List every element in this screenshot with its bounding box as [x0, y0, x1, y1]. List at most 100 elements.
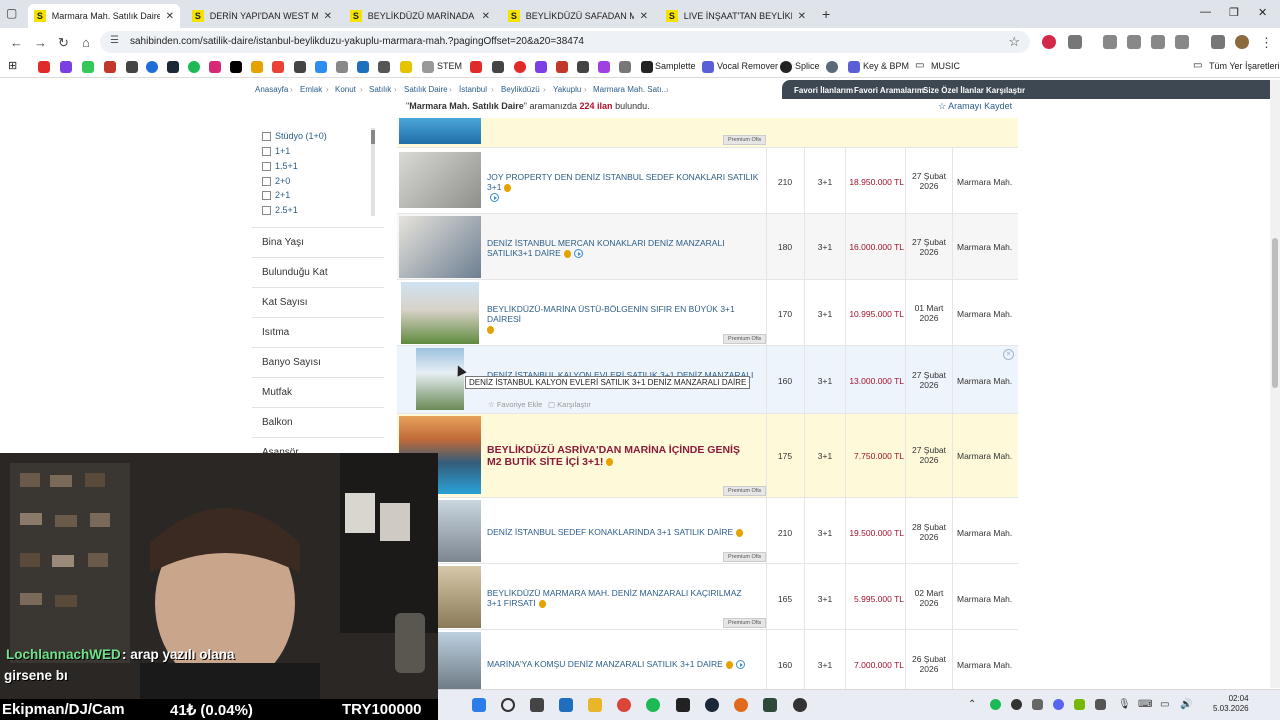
- listing-photo[interactable]: [438, 632, 481, 689]
- new-tab-icon[interactable]: +: [822, 6, 830, 22]
- bookmark-icon[interactable]: [104, 61, 116, 73]
- facet-heating[interactable]: Isıtma: [252, 317, 384, 346]
- tab-1[interactable]: S Marmara Mah. Satılık Daire İlanları ✕: [28, 4, 180, 28]
- listing-photo[interactable]: [438, 566, 481, 628]
- language-icon[interactable]: ⌨: [1138, 699, 1152, 710]
- listing-row[interactable]: MARİNA'YA KOMŞU DENİZ MANZARALI SATILIK …: [397, 630, 1018, 689]
- url-field[interactable]: ☰ sahibinden.com/satilik-daire/istanbul-…: [100, 31, 1030, 53]
- facet-bathrooms[interactable]: Banyo Sayısı: [252, 347, 384, 376]
- listing-title[interactable]: BEYLİKDÜZÜ MARMARA MAH. DENİZ MANZARALI …: [487, 588, 757, 608]
- tray-chevron-icon[interactable]: ⌃: [968, 699, 976, 710]
- bookmark-icon[interactable]: [400, 61, 412, 73]
- forward-icon[interactable]: →: [34, 35, 47, 50]
- bookmark-splice[interactable]: Splice: [795, 61, 820, 71]
- delete-icon[interactable]: [1151, 35, 1165, 49]
- bookmark-folder-music[interactable]: MUSIC: [931, 61, 960, 71]
- listing-row[interactable]: BEYLİKDÜZÜ ASRİVA'DAN MARİNA İÇİNDE GENİ…: [397, 414, 1018, 498]
- epic-games-icon[interactable]: [676, 698, 690, 712]
- profile-avatar[interactable]: [1235, 35, 1249, 49]
- back-icon[interactable]: ←: [10, 35, 23, 50]
- breadcrumb-item[interactable]: Emlak: [300, 85, 322, 94]
- bookmark-icon[interactable]: [336, 61, 348, 73]
- facet-building-age[interactable]: Bina Yaşı: [252, 227, 384, 256]
- bookmark-icon[interactable]: [126, 61, 138, 73]
- facet-elevator[interactable]: Asansör: [252, 437, 384, 458]
- reload-icon[interactable]: ↻: [58, 35, 69, 51]
- bookmark-icon[interactable]: [492, 61, 504, 73]
- bookmark-icon[interactable]: [619, 61, 631, 73]
- link-favorite-searches[interactable]: Favori Aramalarım: [854, 86, 924, 95]
- tab-5[interactable]: S LIVE İNŞAAT'TAN BEYLİKDÜZÜ ✕: [660, 4, 812, 28]
- room-option[interactable]: 2+1: [262, 190, 290, 200]
- close-tab-icon[interactable]: ✕: [324, 11, 332, 22]
- microphone-icon[interactable]: 🎙: [1118, 699, 1131, 710]
- tab-3[interactable]: S BEYLİKDÜZÜ MARİNADA GÜVE ✕: [344, 4, 496, 28]
- listing-photo[interactable]: [416, 348, 464, 410]
- samplette-icon[interactable]: [641, 61, 653, 73]
- passwords-key-icon[interactable]: [1103, 35, 1117, 49]
- gmail-icon[interactable]: [272, 61, 284, 73]
- tray-discord-icon[interactable]: [1053, 699, 1064, 710]
- instagram-icon[interactable]: [209, 61, 221, 73]
- kick-icon[interactable]: [82, 61, 94, 73]
- stem-icon[interactable]: [422, 61, 434, 73]
- app-icon[interactable]: [763, 698, 777, 712]
- volume-icon[interactable]: 🔊: [1180, 699, 1192, 710]
- extensions-puzzle-icon[interactable]: [1068, 35, 1082, 49]
- bookmark-icon[interactable]: [577, 61, 589, 73]
- bookmark-key-bpm[interactable]: Key & BPM: [863, 61, 909, 71]
- checkbox[interactable]: [262, 190, 271, 200]
- listing-title[interactable]: MARİNA'YA KOMŞU DENİZ MANZARALI SATILIK …: [487, 659, 767, 670]
- splice-icon[interactable]: [780, 61, 792, 73]
- breadcrumb-item[interactable]: Satılık Daire: [404, 85, 448, 94]
- network-icon[interactable]: ▭: [1160, 699, 1169, 710]
- room-option[interactable]: 2.5+1: [262, 205, 298, 215]
- facet-kitchen[interactable]: Mutfak: [252, 377, 384, 406]
- listing-photo[interactable]: [399, 152, 481, 208]
- bookmark-icon[interactable]: [251, 61, 263, 73]
- bookmark-icon[interactable]: [294, 61, 306, 73]
- tab-list-icon[interactable]: ▢: [6, 6, 22, 22]
- breadcrumb-item[interactable]: Yakuplu: [553, 85, 581, 94]
- breadcrumb-item[interactable]: Konut: [335, 85, 356, 94]
- store-icon[interactable]: [559, 698, 573, 712]
- bookmark-icon[interactable]: [470, 61, 482, 73]
- bookmark-stem[interactable]: STEM: [437, 61, 462, 71]
- vocal-remover-icon[interactable]: [702, 61, 714, 73]
- bookmark-star-icon[interactable]: ☆: [1008, 34, 1020, 50]
- bookmark-icon[interactable]: [378, 61, 390, 73]
- room-option[interactable]: 2+0: [262, 176, 290, 186]
- extension-icon[interactable]: [1175, 35, 1189, 49]
- bookmark-icon[interactable]: [146, 61, 158, 73]
- app-icon[interactable]: [734, 698, 748, 712]
- youtube-icon[interactable]: [38, 61, 50, 73]
- system-clock[interactable]: 02:04 5.03.2026: [1213, 694, 1249, 714]
- breadcrumb-item[interactable]: İstanbul: [459, 85, 487, 94]
- listing-title[interactable]: JOY PROPERTY DEN DENİZ İSTANBUL SEDEF KO…: [487, 172, 767, 203]
- facet-balcony[interactable]: Balkon: [252, 407, 384, 436]
- spotify-icon[interactable]: [188, 61, 200, 73]
- bookmark-icon[interactable]: [357, 61, 369, 73]
- listing-row[interactable]: Premium Ofis: [397, 118, 1018, 148]
- menu-kebab-icon[interactable]: ⋮: [1260, 35, 1273, 51]
- tab-2[interactable]: S DERİN YAPI'DAN WEST MARİNA ✕: [186, 4, 338, 28]
- listing-photo[interactable]: [399, 216, 481, 278]
- save-search-button[interactable]: ☆ Aramayı Kaydet: [938, 101, 1012, 112]
- bookmark-icon[interactable]: [598, 61, 610, 73]
- room-option[interactable]: Stüdyo (1+0): [262, 131, 327, 141]
- maximize-icon[interactable]: ❐: [1229, 6, 1239, 19]
- link-favorite-listings[interactable]: Favori İlanlarım: [794, 86, 853, 95]
- twitch-icon[interactable]: [60, 61, 72, 73]
- obs-icon[interactable]: [793, 698, 807, 712]
- tray-nvidia-icon[interactable]: [1074, 699, 1085, 710]
- page-scrollbar-thumb[interactable]: [1272, 238, 1278, 388]
- checkbox[interactable]: [262, 176, 271, 186]
- history-icon[interactable]: [1127, 35, 1141, 49]
- steam-icon[interactable]: [705, 698, 719, 712]
- hide-listing-icon[interactable]: ✕: [1003, 349, 1014, 360]
- checkbox[interactable]: [262, 205, 271, 215]
- chrome-icon[interactable]: [617, 698, 631, 712]
- bookmark-icon[interactable]: [315, 61, 327, 73]
- listing-row[interactable]: DENİZ İSTANBUL MERCAN KONAKLARI DENİZ MA…: [397, 214, 1018, 280]
- home-icon[interactable]: ⌂: [82, 35, 90, 50]
